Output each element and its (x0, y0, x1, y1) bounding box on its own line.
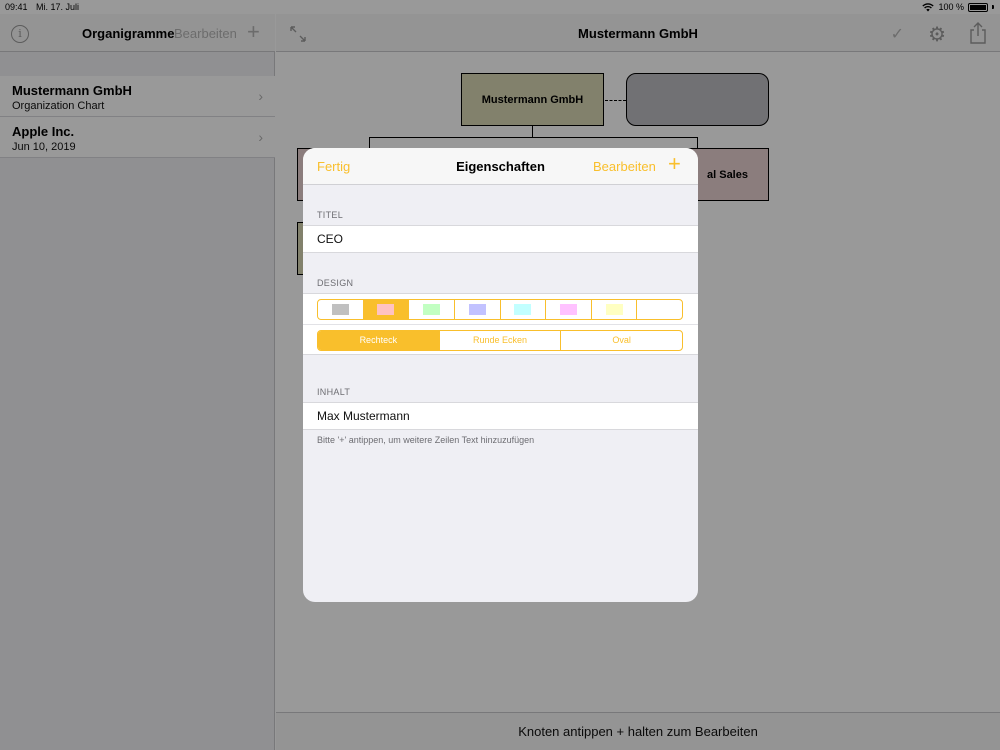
color-picker (317, 299, 683, 320)
content-hint: Bitte '+' antippen, um weitere Zeilen Te… (317, 435, 535, 445)
modal-nav-bar: Fertig Eigenschaften Bearbeiten + (303, 148, 698, 185)
color-swatch-green[interactable] (409, 300, 455, 319)
properties-modal: Fertig Eigenschaften Bearbeiten + TITEL … (303, 148, 698, 602)
shape-option-rectangle[interactable]: Rechteck (318, 331, 440, 350)
design-section-header: DESIGN (317, 278, 354, 288)
color-swatch-gray[interactable] (318, 300, 364, 319)
modal-add-button[interactable]: + (668, 152, 681, 176)
shape-segmented-control: Rechteck Runde Ecken Oval (317, 330, 683, 351)
color-swatch-yellow[interactable] (592, 300, 638, 319)
title-section-header: TITEL (317, 210, 344, 220)
modal-edit-button[interactable]: Bearbeiten (593, 159, 656, 174)
color-swatch-pink[interactable] (363, 300, 410, 319)
color-swatch-blue[interactable] (455, 300, 501, 319)
color-swatch-magenta[interactable] (546, 300, 592, 319)
color-swatch-none[interactable] (637, 300, 682, 319)
divider (303, 324, 698, 325)
content-section-header: INHALT (317, 387, 351, 397)
content-value: Max Mustermann (317, 409, 410, 423)
shape-option-rounded[interactable]: Runde Ecken (440, 331, 562, 350)
shape-option-oval[interactable]: Oval (561, 331, 682, 350)
design-cell: Rechteck Runde Ecken Oval (303, 293, 698, 355)
color-swatch-cyan[interactable] (501, 300, 547, 319)
title-field[interactable]: CEO (303, 225, 698, 253)
title-value: CEO (317, 232, 344, 246)
content-field[interactable]: Max Mustermann (303, 402, 698, 430)
